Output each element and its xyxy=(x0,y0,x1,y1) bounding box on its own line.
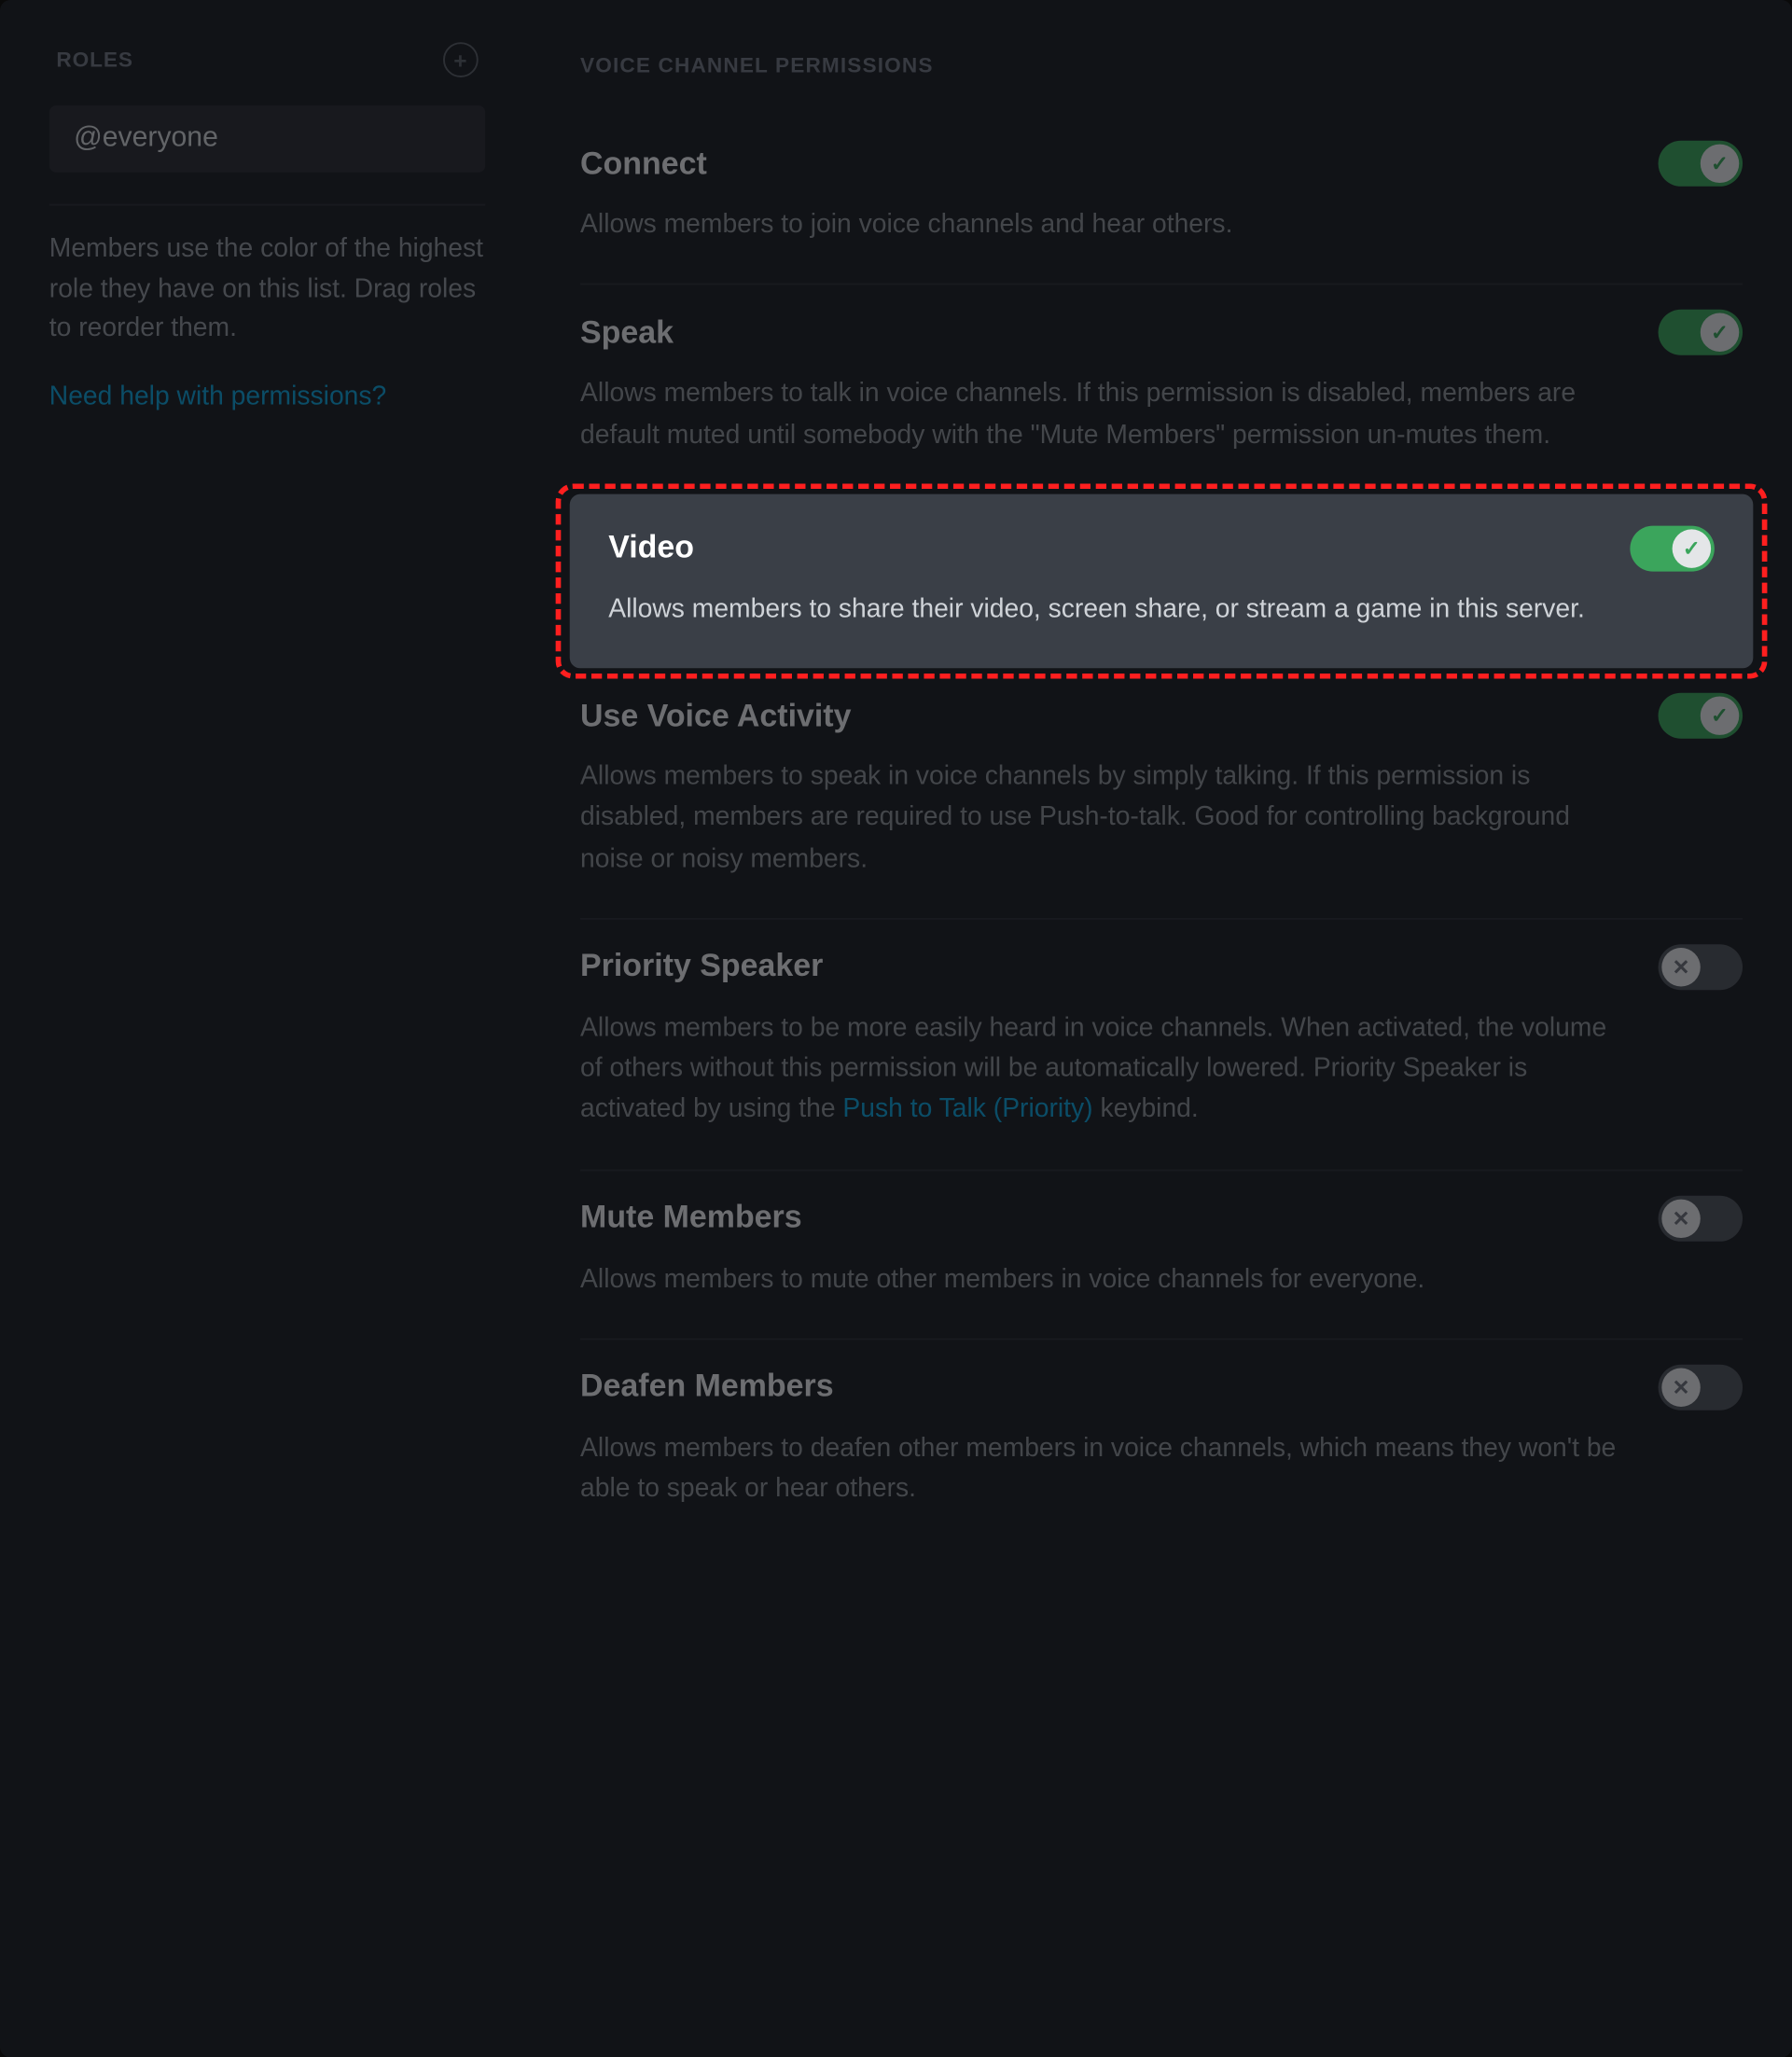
permission-deafen-members: Deafen Members ✕ Allows members to deafen … xyxy=(580,1338,1743,1548)
permission-desc-post: keybind. xyxy=(1093,1094,1199,1124)
permission-speak: Speak ✓ Allows members to talk in voice ch… xyxy=(580,284,1743,493)
permission-head: Priority Speaker ✕ xyxy=(580,944,1743,990)
permission-title: Priority Speaker xyxy=(580,948,823,985)
permission-toggle-speak[interactable]: ✓ xyxy=(1659,310,1743,355)
permission-description: Allows members to deafen other members i… xyxy=(580,1427,1635,1509)
permission-title: Connect xyxy=(580,146,707,183)
check-icon: ✓ xyxy=(1673,529,1711,567)
roles-header: ROLES + xyxy=(42,32,493,88)
permission-head: Use Voice Activity ✓ xyxy=(580,693,1743,739)
permission-description: Allows members to speak in voice channel… xyxy=(580,757,1635,879)
check-icon: ✓ xyxy=(1701,145,1739,183)
permission-title: Speak xyxy=(580,314,674,352)
permission-description: Allows members to talk in voice channels… xyxy=(580,373,1635,455)
permission-title: Mute Members xyxy=(580,1200,802,1237)
highlight-annotation xyxy=(556,483,1768,679)
permission-toggle-video[interactable]: ✓ xyxy=(1630,525,1714,571)
close-icon: ✕ xyxy=(1661,1368,1700,1406)
roles-hint-text: Members use the color of the highest rol… xyxy=(42,230,493,381)
permission-title: Video xyxy=(608,530,694,567)
add-role-icon[interactable]: + xyxy=(443,42,479,77)
permission-title: Deafen Members xyxy=(580,1369,834,1406)
roles-header-label: ROLES xyxy=(56,48,133,72)
permission-description: Allows members to mute other members in … xyxy=(580,1258,1635,1300)
close-icon: ✕ xyxy=(1661,948,1700,986)
permission-head: Speak ✓ xyxy=(580,310,1743,355)
push-to-talk-priority-link[interactable]: Push to Talk (Priority) xyxy=(842,1094,1092,1124)
permission-head: Connect ✓ xyxy=(580,141,1743,187)
section-title: VOICE CHANNEL PERMISSIONS xyxy=(580,53,1743,77)
permission-toggle-mute-members[interactable]: ✕ xyxy=(1659,1195,1743,1241)
permission-toggle-connect[interactable]: ✓ xyxy=(1659,141,1743,187)
permission-mute-members: Mute Members ✕ Allows members to mute othe… xyxy=(580,1169,1743,1338)
role-item-everyone[interactable]: @everyone xyxy=(49,105,485,173)
permission-description: Allows members to share their video, scr… xyxy=(608,589,1663,630)
permission-toggle-priority-speaker[interactable]: ✕ xyxy=(1659,944,1743,990)
check-icon: ✓ xyxy=(1701,313,1739,352)
roles-sidebar: ROLES + @everyone Members use the color … xyxy=(0,0,528,2057)
permissions-list: Connect ✓ Allows members to join voice cha… xyxy=(580,116,1743,1548)
permission-toggle-deafen-members[interactable]: ✕ xyxy=(1659,1364,1743,1410)
permission-use-voice-activity: Use Voice Activity ✓ Allows members to spe… xyxy=(580,668,1743,917)
close-icon: ✕ xyxy=(1661,1199,1700,1237)
role-item-label: @everyone xyxy=(74,123,218,153)
screenshot-stage: ROLES + @everyone Members use the color … xyxy=(0,0,1792,2057)
permission-description: Allows members to be more easily heard i… xyxy=(580,1008,1635,1130)
permission-video: Video ✓ Allows members to share their vide… xyxy=(570,493,1754,668)
sidebar-divider xyxy=(49,204,485,206)
permission-description: Allows members to join voice channels an… xyxy=(580,204,1635,245)
check-icon: ✓ xyxy=(1701,696,1739,734)
permission-head: Deafen Members ✕ xyxy=(580,1364,1743,1410)
permission-head: Video ✓ xyxy=(608,525,1715,571)
permissions-main: VOICE CHANNEL PERMISSIONS Connect ✓ Allows… xyxy=(528,0,1792,2057)
permission-priority-speaker: Priority Speaker ✕ Allows members to be mo… xyxy=(580,917,1743,1168)
permission-connect: Connect ✓ Allows members to join voice cha… xyxy=(580,116,1743,284)
permission-title: Use Voice Activity xyxy=(580,697,851,734)
settings-panel: ROLES + @everyone Members use the color … xyxy=(0,0,1792,2057)
permissions-help-link[interactable]: Need help with permissions? xyxy=(42,381,394,410)
permission-toggle-use-voice-activity[interactable]: ✓ xyxy=(1659,693,1743,739)
permission-head: Mute Members ✕ xyxy=(580,1195,1743,1241)
